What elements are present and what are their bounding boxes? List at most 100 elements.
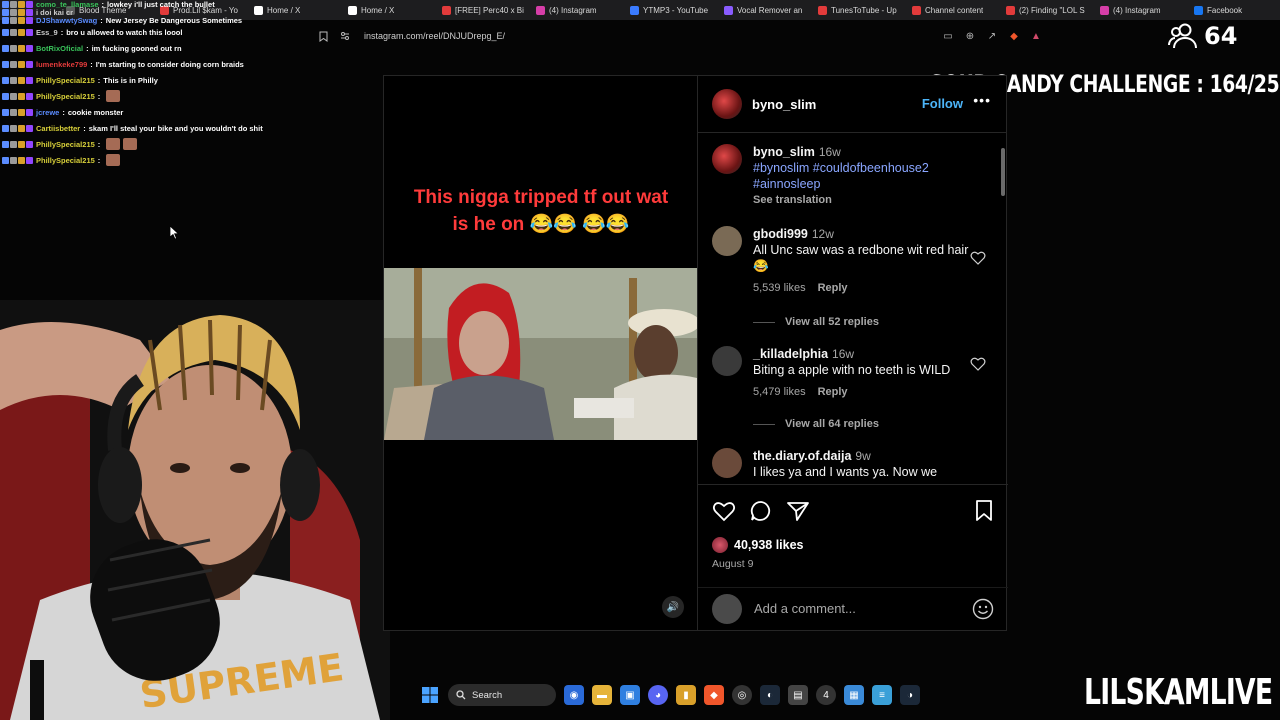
- liker-avatar: [712, 537, 728, 553]
- post-likes-count: 40,938 likes: [734, 538, 804, 552]
- browser-tab[interactable]: (4) Instagram: [1094, 0, 1188, 20]
- chat-separator: :: [97, 75, 101, 85]
- chat-username[interactable]: Ess_9: [36, 28, 58, 37]
- tab-favicon-icon: [1100, 5, 1109, 15]
- chat-emote-icon: [106, 138, 121, 150]
- commenter-avatar[interactable]: [712, 346, 742, 376]
- reply-button[interactable]: Reply: [818, 386, 848, 398]
- reply-button[interactable]: Reply: [818, 282, 848, 294]
- browser-tab[interactable]: Channel content: [906, 0, 1000, 20]
- url-field[interactable]: instagram.com/reel/DNJUDrepg_E/: [364, 31, 505, 41]
- streamer-brand: LILSKAMLIVE: [1084, 672, 1273, 713]
- steam-icon[interactable]: ◐: [760, 685, 780, 705]
- chat-username[interactable]: PhillySpecial215: [36, 156, 95, 165]
- comment-likes[interactable]: 5,539 likes: [753, 282, 806, 294]
- app-icon[interactable]: ▮: [676, 685, 696, 705]
- chat-badges: [2, 0, 33, 8]
- chat-username[interactable]: PhillySpecial215: [36, 92, 95, 101]
- chat-username[interactable]: PhillySpecial215: [36, 76, 95, 85]
- chat-badge-icon: [2, 92, 9, 100]
- volume-icon[interactable]: 🔊: [662, 596, 684, 618]
- chat-username[interactable]: PhillySpecial215: [36, 140, 95, 149]
- author-caption-avatar[interactable]: [712, 144, 742, 174]
- file-explorer-icon[interactable]: ▬: [592, 685, 612, 705]
- chat-text: lowkey i'll just catch the bullet: [107, 0, 215, 9]
- app-icon[interactable]: ▤: [788, 685, 808, 705]
- commenter-username[interactable]: gbodi999: [753, 227, 808, 241]
- post-likes[interactable]: 40,938 likes: [712, 537, 804, 553]
- comment-likes[interactable]: 5,479 likes: [753, 386, 806, 398]
- store-icon[interactable]: ▣: [620, 685, 640, 705]
- chat-separator: :: [97, 139, 101, 149]
- share-icon[interactable]: ↗: [984, 28, 1000, 44]
- browser-tab[interactable]: (4) Instagram: [530, 0, 624, 20]
- view-replies-label: View all 52 replies: [785, 316, 879, 328]
- reel-video[interactable]: This nigga tripped tf out wat is he on 😂…: [384, 76, 697, 630]
- steam-icon[interactable]: ◑: [900, 685, 920, 705]
- zoom-icon[interactable]: ⊕: [962, 28, 978, 44]
- chat-username[interactable]: lumenkeke799: [36, 60, 87, 69]
- chat-text: I'm starting to consider doing corn brai…: [95, 59, 244, 69]
- comments-scrollbar[interactable]: [999, 134, 1007, 484]
- hashtags[interactable]: #bynoslim #couldofbeenhouse2 #ainnosleep: [753, 160, 973, 192]
- comment-bubble-icon[interactable]: [749, 499, 773, 523]
- taskbar-search-label: Search: [472, 689, 503, 701]
- browser-tab[interactable]: TunesToTube - Up: [812, 0, 906, 20]
- browser-tab[interactable]: Facebook: [1188, 0, 1280, 20]
- chat-username[interactable]: jcrewe: [36, 108, 59, 117]
- 4k-app-icon[interactable]: 4: [816, 685, 836, 705]
- see-translation-link[interactable]: See translation: [753, 192, 973, 208]
- mouse-cursor-icon: [170, 226, 180, 240]
- more-options-icon[interactable]: •••: [973, 92, 991, 108]
- rewards-icon[interactable]: ▲: [1028, 28, 1044, 44]
- chat-badge-icon: [26, 156, 33, 164]
- brave-shield-icon[interactable]: ◆: [1006, 28, 1022, 44]
- chat-badge-icon: [18, 108, 25, 116]
- browser-tab[interactable]: Vocal Remover an: [718, 0, 812, 20]
- commenter-avatar[interactable]: [712, 448, 742, 478]
- author-caption-username[interactable]: byno_slim: [753, 145, 815, 159]
- comment-like-heart-icon[interactable]: [970, 356, 986, 372]
- like-heart-icon[interactable]: [712, 499, 736, 523]
- commenter-avatar[interactable]: [712, 226, 742, 256]
- commenter-username[interactable]: the.diary.of.daija: [753, 449, 851, 463]
- scrollbar-thumb[interactable]: [1001, 148, 1005, 196]
- chat-username[interactable]: DJShawwtySwag: [36, 16, 97, 25]
- chat-username[interactable]: Cartiisbetter: [36, 124, 80, 133]
- instagram-post-modal: This nigga tripped tf out wat is he on 😂…: [383, 75, 1008, 631]
- author-username[interactable]: byno_slim: [752, 97, 816, 112]
- chrome-icon[interactable]: ◎: [732, 685, 752, 705]
- browser-tab[interactable]: (2) Finding "LOL S: [1000, 0, 1094, 20]
- browser-tab[interactable]: YTMP3 - YouTube: [624, 0, 718, 20]
- brave-browser-icon[interactable]: ◆: [704, 685, 724, 705]
- tab-title: Vocal Remover an: [737, 5, 803, 15]
- copilot-icon[interactable]: ◉: [564, 685, 584, 705]
- tab-favicon-icon: [536, 5, 545, 15]
- photos-icon[interactable]: ▦: [844, 685, 864, 705]
- emoji-icon[interactable]: [972, 598, 994, 620]
- browser-tab[interactable]: [FREE] Perc40 x Bi: [436, 0, 530, 20]
- discord-icon[interactable]: ◕: [648, 685, 668, 705]
- save-bookmark-icon[interactable]: [974, 499, 994, 523]
- taskbar-search[interactable]: Search: [448, 684, 556, 706]
- share-paper-plane-icon[interactable]: [786, 499, 810, 523]
- viewer-count: 64: [1168, 22, 1237, 50]
- follow-button[interactable]: Follow: [922, 96, 963, 111]
- chat-emote-icon: [106, 90, 121, 102]
- view-replies-button[interactable]: View all 52 replies: [753, 316, 879, 328]
- commenter-username[interactable]: _killadelphia: [753, 347, 828, 361]
- chat-separator: :: [90, 59, 93, 69]
- reader-mode-icon[interactable]: ▭: [940, 28, 956, 44]
- viewer-avatar: [712, 593, 742, 624]
- comment-input[interactable]: Add a comment...: [754, 601, 960, 616]
- notepad-icon[interactable]: ≡: [872, 685, 892, 705]
- post-sidebar: byno_slim Follow ••• byno_slim 16w #bynos…: [697, 76, 1008, 630]
- view-replies-button[interactable]: View all 64 replies: [753, 418, 879, 430]
- author-caption-time: 16w: [818, 145, 841, 159]
- comment-like-heart-icon[interactable]: [970, 250, 986, 266]
- windows-start-icon[interactable]: [420, 685, 440, 705]
- author-avatar[interactable]: [712, 89, 742, 119]
- chat-username[interactable]: BotRixOficial: [36, 44, 83, 53]
- chat-message: jcrewe: cookie monster: [2, 104, 372, 120]
- chat-badges: [2, 108, 33, 116]
